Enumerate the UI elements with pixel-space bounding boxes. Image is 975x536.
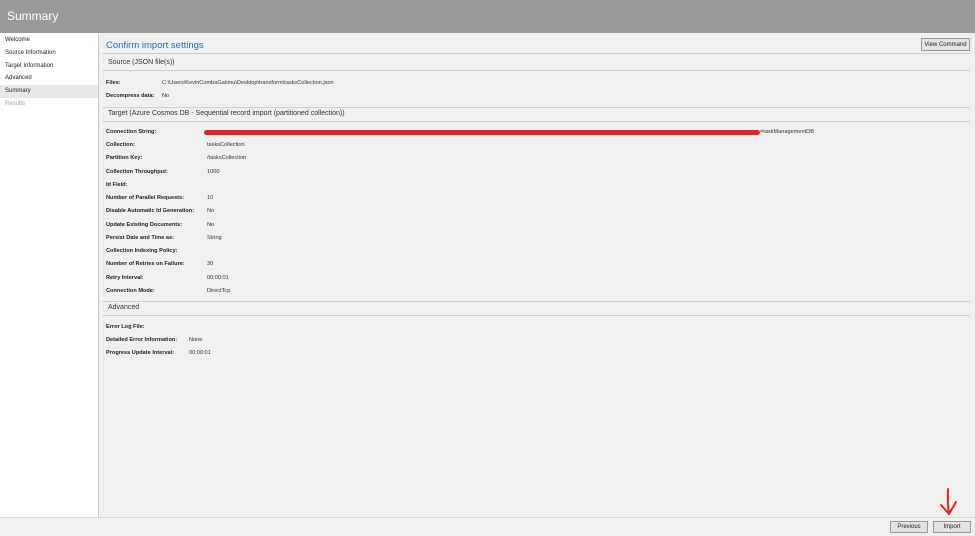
divider	[102, 107, 970, 108]
section-header-target: Target (Azure Cosmos DB - Sequential rec…	[108, 110, 345, 117]
sidebar-item-label: Welcome	[5, 37, 30, 43]
partition-key-label: Partition Key:	[106, 155, 143, 161]
retry-interval-value: 00:00:01	[207, 275, 229, 281]
main-panel: Confirm import settings View Command Sou…	[102, 33, 973, 517]
files-label: Files:	[106, 80, 121, 86]
divider	[102, 301, 970, 302]
wizard-sidebar: Welcome Source Information Target Inform…	[0, 33, 99, 517]
sidebar-item-advanced[interactable]: Advanced	[0, 72, 98, 85]
decompress-data-label: Decompress data:	[106, 93, 155, 99]
error-log-label: Error Log File:	[106, 324, 145, 330]
divider	[102, 315, 970, 316]
update-existing-label: Update Existing Documents:	[106, 222, 183, 228]
sidebar-item-summary[interactable]: Summary	[0, 85, 98, 98]
sidebar-item-label: Target Information	[5, 62, 54, 69]
parallel-requests-label: Number of Parallel Requests:	[106, 195, 185, 201]
progress-interval-label: Progress Update Interval:	[106, 350, 175, 356]
wizard-footer: Previous Import	[0, 517, 975, 536]
progress-interval-value: 00:00:01	[189, 350, 211, 356]
collection-throughput-label: Collection Throughput:	[106, 169, 168, 175]
collection-throughput-value: 1000	[207, 169, 220, 175]
import-button[interactable]: Import	[933, 521, 971, 533]
detailed-error-value: None	[189, 337, 203, 343]
previous-button[interactable]: Previous	[890, 521, 928, 533]
sidebar-item-label: Results	[5, 100, 26, 107]
retries-label: Number of Retries on Failure:	[106, 261, 185, 267]
update-existing-value: No	[207, 222, 215, 228]
retries-value: 30	[207, 261, 214, 267]
files-value: C:\Users\KevinCombaGatimu\Desktop\transf…	[162, 80, 334, 86]
sidebar-item-label: Summary	[5, 88, 31, 95]
window-title: Summary	[7, 9, 59, 23]
section-header-advanced: Advanced	[108, 304, 140, 311]
sidebar-item-results: Results	[0, 98, 98, 111]
disable-auto-id-value: No	[207, 208, 215, 214]
connection-mode-value: DirectTcp	[207, 288, 231, 294]
sidebar-item-label: Source Information	[5, 49, 56, 56]
title-bar: Summary	[0, 0, 975, 33]
page-title: Confirm import settings	[106, 40, 204, 51]
collection-value: tasksCollection	[207, 142, 245, 148]
persist-date-label: Persist Date and Time as:	[106, 235, 174, 241]
connection-mode-label: Connection Mode:	[106, 288, 155, 294]
indexing-policy-label: Collection Indexing Policy:	[106, 248, 178, 254]
decompress-data-value: No	[162, 93, 170, 99]
partition-key-value: /tasksCollection	[207, 155, 247, 161]
red-arrow-annotation-icon	[940, 488, 957, 515]
sidebar-item-target-information[interactable]: Target Information	[0, 60, 98, 73]
persist-date-value: String	[207, 235, 222, 241]
retry-interval-label: Retry Interval:	[106, 275, 144, 281]
redaction-mark	[204, 130, 760, 135]
view-command-button[interactable]: View Command	[921, 38, 970, 51]
id-field-label: Id Field:	[106, 182, 128, 188]
divider	[102, 121, 970, 122]
connection-string-value: =taskManagementDB	[760, 129, 814, 135]
detailed-error-label: Detailed Error Information:	[106, 337, 178, 343]
divider	[102, 70, 970, 71]
divider	[102, 53, 970, 54]
parallel-requests-value: 10	[207, 195, 214, 201]
collection-label: Collection:	[106, 142, 135, 148]
section-header-source: Source (JSON file(s))	[108, 59, 175, 66]
sidebar-item-welcome[interactable]: Welcome	[0, 34, 98, 47]
connection-string-label: Connection String:	[106, 129, 157, 135]
sidebar-item-source-information[interactable]: Source Information	[0, 47, 98, 60]
sidebar-item-label: Advanced	[5, 75, 32, 82]
disable-auto-id-label: Disable Automatic Id Generation:	[106, 208, 195, 214]
